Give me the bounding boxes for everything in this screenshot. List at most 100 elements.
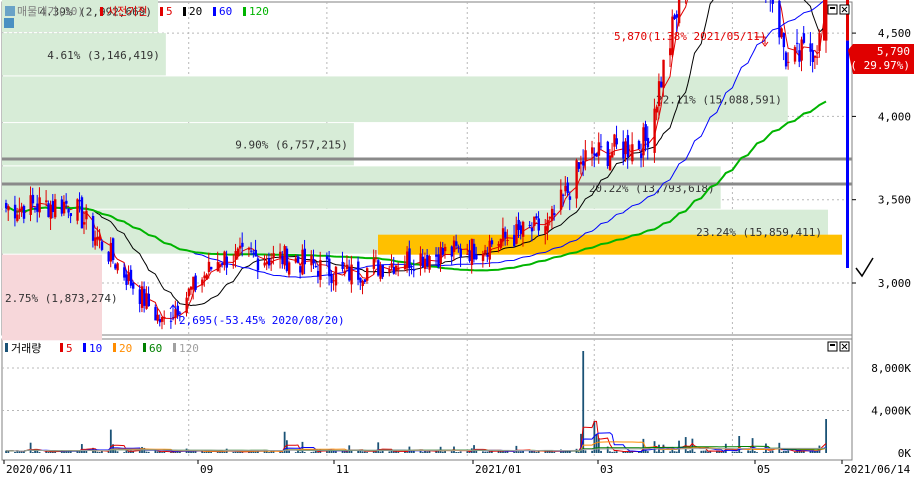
candle-body — [265, 261, 269, 265]
volume-bar — [756, 452, 758, 453]
candle-body — [16, 214, 19, 221]
candle-body — [595, 153, 598, 157]
volume-bar — [125, 450, 128, 453]
volume-bar — [459, 451, 462, 453]
candle-body — [394, 265, 398, 271]
candle-body — [546, 219, 549, 231]
candle-body — [780, 28, 783, 38]
candle-body — [655, 106, 659, 113]
candle-body — [657, 81, 661, 107]
candle-body — [76, 199, 79, 221]
settings-icon[interactable] — [4, 18, 14, 28]
volume-bar — [299, 451, 302, 453]
volume-bar — [14, 451, 16, 453]
volume-bar — [38, 452, 41, 453]
volume-bar — [96, 451, 99, 453]
candle-body — [334, 266, 338, 286]
candle-body — [504, 231, 507, 238]
volume-bar — [762, 451, 765, 453]
legend-title-marker-icon — [100, 7, 103, 16]
volume-bar — [154, 450, 157, 453]
volume-bar — [435, 451, 438, 453]
volume-bar — [535, 451, 538, 453]
candle-body — [316, 270, 320, 277]
candle-body — [328, 258, 331, 277]
candle-body — [232, 264, 235, 266]
legend-stock-name: 서전기전 — [107, 5, 147, 18]
candle-body — [470, 238, 474, 266]
volume-bar — [533, 451, 536, 453]
candle-body — [513, 234, 516, 247]
volume-bar — [377, 442, 380, 453]
volume-legend-title: 거래량 — [11, 342, 41, 355]
volume-bar — [769, 451, 772, 453]
candle-body — [408, 248, 411, 269]
candle-body — [528, 224, 532, 227]
ma-legend-label: 20 — [189, 5, 202, 18]
candle-body — [443, 246, 447, 252]
volume-ma-legend-swatch-icon — [173, 343, 176, 352]
candle-body — [216, 262, 220, 272]
candle-body — [637, 140, 641, 150]
candle-body — [613, 134, 616, 147]
volume-bar — [406, 452, 409, 453]
volume-maximize-icon[interactable] — [827, 341, 838, 352]
candle-body — [537, 218, 540, 231]
volume-plot-area — [1, 338, 853, 461]
candle-body — [36, 203, 39, 212]
volume-bar — [232, 452, 235, 453]
candle-body — [109, 242, 113, 262]
volume-profile-label: 22.11% (15,088,591) — [656, 94, 782, 107]
candle-body — [646, 137, 650, 148]
volume-bar — [239, 451, 241, 453]
candle-body — [521, 221, 525, 237]
candle-body — [281, 255, 284, 265]
candle-body — [771, 0, 774, 4]
volume-bar — [116, 451, 119, 453]
candle-body — [784, 52, 788, 67]
candle-body — [7, 206, 10, 211]
candle-body — [488, 240, 491, 260]
candle-body — [350, 264, 353, 285]
volume-bar — [18, 451, 21, 453]
maximize-icon[interactable] — [827, 4, 838, 15]
current-price-change: ( 29.97%) — [850, 59, 910, 72]
candle-body — [644, 124, 647, 141]
candle-body — [818, 33, 821, 51]
candle-body — [363, 279, 367, 282]
candle-body — [65, 200, 68, 204]
candle-body — [221, 263, 224, 265]
candle-body — [615, 138, 618, 145]
candle-body — [439, 247, 442, 264]
low-label: 2,695(-53.45% 2020/08/20) — [179, 314, 345, 327]
volume-bar — [450, 451, 453, 453]
candle-body — [597, 142, 601, 156]
candle-body — [381, 265, 384, 277]
volume-bar — [738, 436, 741, 453]
candle-body — [677, 0, 681, 24]
candle-body — [22, 205, 26, 219]
candle-body — [468, 250, 471, 261]
volume-bar — [346, 451, 348, 453]
candle-body — [299, 266, 302, 273]
candle-body — [490, 240, 494, 245]
date-tick-label: 05 — [757, 463, 770, 476]
candle-body — [296, 256, 300, 263]
current-day-bar — [823, 0, 826, 41]
candle-body — [423, 258, 427, 269]
volume-bar — [655, 451, 658, 453]
candle-body — [544, 226, 547, 234]
ma-legend-swatch-icon — [243, 7, 246, 16]
candle-body — [800, 39, 803, 61]
volume-bar — [720, 451, 723, 453]
candle-body — [802, 33, 806, 43]
candle-body — [452, 240, 456, 252]
volume-bar — [584, 450, 587, 453]
candle-body — [62, 201, 66, 214]
volume-bar — [379, 451, 382, 453]
volume-bar — [317, 452, 319, 453]
volume-bar — [794, 451, 796, 453]
candle-body — [533, 216, 536, 227]
candle-body — [247, 248, 251, 250]
candle-body — [294, 258, 298, 263]
